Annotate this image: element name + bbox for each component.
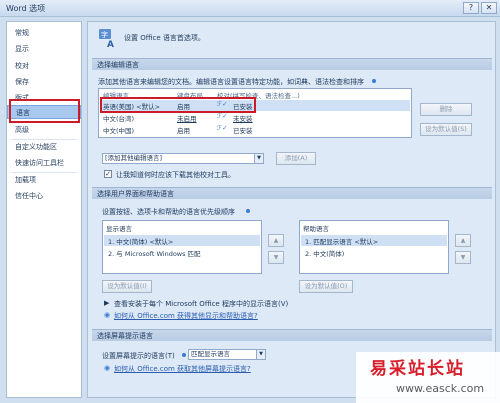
- table-row-keyboard: 启用: [177, 127, 190, 135]
- svg-text:A: A: [107, 40, 114, 48]
- move-down-help-button[interactable]: ▼: [455, 251, 471, 264]
- add-language-combo[interactable]: [添加其他编辑语言] ▼: [102, 153, 264, 164]
- help-language-item[interactable]: 1. 匹配显示语言 <默认>: [305, 236, 378, 246]
- get-display-languages-link[interactable]: 如何从 Office.com 获得其他显示和帮助语言?: [114, 311, 258, 321]
- sidebar-item-addins[interactable]: 加载项: [7, 173, 81, 187]
- download-proofing-label: 让我知道何时应该下载其他校对工具。: [116, 171, 235, 179]
- highlight-box-language: [9, 99, 80, 123]
- info-icon: [372, 79, 376, 83]
- main-panel: 字 A 设置 Office 语言首选项。 选择编辑语言 添加其他语言来编辑您的文…: [87, 21, 496, 398]
- svg-text:字: 字: [101, 30, 108, 39]
- close-button[interactable]: ✕: [481, 2, 497, 14]
- chevron-down-icon[interactable]: ▼: [254, 154, 263, 163]
- move-up-help-button[interactable]: ▲: [455, 234, 471, 247]
- display-language-header: 显示语言: [106, 225, 132, 233]
- sidebar-item-display[interactable]: 显示: [7, 42, 81, 56]
- table-row-language[interactable]: 中文(台湾): [103, 113, 134, 123]
- table-row-proofing-link[interactable]: 未安装: [233, 113, 253, 123]
- set-default-help-button[interactable]: 设为默认值(O): [299, 280, 353, 293]
- chevron-down-icon[interactable]: ▼: [256, 350, 265, 359]
- set-default-display-button[interactable]: 设为默认值(I): [102, 280, 152, 293]
- add-language-combo-value: [添加其他编辑语言]: [105, 154, 163, 162]
- editing-description: 添加其他语言来编辑您的文档。编辑语言设置语言特定功能，如词典、语法检查和排序: [98, 78, 364, 86]
- delete-button[interactable]: 删除: [420, 103, 472, 116]
- display-language-item[interactable]: 1. 中文(简体) <默认>: [108, 236, 173, 246]
- watermark-url: www.easck.com: [396, 382, 485, 395]
- section-screentip-language: 选择屏幕提示语言: [92, 329, 492, 341]
- sidebar-item-save[interactable]: 保存: [7, 75, 81, 89]
- watermark: 易采站长站 www.easck.com: [356, 352, 500, 403]
- language-icon: 字 A: [99, 29, 114, 48]
- proofing-check-icon: ℱ✓: [217, 124, 228, 132]
- info-icon: [182, 353, 186, 357]
- display-language-list[interactable]: 显示语言 1. 中文(简体) <默认> 2. 与 Microsoft Windo…: [102, 220, 262, 274]
- expand-arrow-icon[interactable]: ▶: [104, 299, 109, 307]
- sidebar-item-customize-ribbon[interactable]: 自定义功能区: [7, 140, 81, 154]
- title-bar: Word 选项 ? ✕: [0, 0, 500, 17]
- highlight-box-default-language: [100, 97, 256, 113]
- proofing-check-icon: ℱ✓: [217, 112, 228, 120]
- get-screentip-languages-link[interactable]: 如何从 Office.com 获取其他屏幕提示语言?: [114, 364, 251, 374]
- view-display-languages[interactable]: 查看安装于每个 Microsoft Office 程序中的显示语言(V): [114, 299, 288, 309]
- screentip-combo[interactable]: 匹配显示语言 ▼: [188, 349, 266, 360]
- download-proofing-checkbox[interactable]: ✓: [104, 170, 112, 178]
- screentip-label: 设置屏幕提示的语言(T): [102, 352, 175, 360]
- editing-language-table[interactable]: 编辑语言 键盘布局 校对(拼写检查、语法检查...) 英语(美国) <默认> 启…: [98, 88, 412, 138]
- help-language-header: 帮助语言: [303, 225, 329, 233]
- set-default-editing-button[interactable]: 设为默认值(S): [420, 123, 472, 136]
- sidebar-item-quick-access[interactable]: 快速访问工具栏: [7, 156, 81, 170]
- table-row-keyboard-link[interactable]: 未启用: [177, 113, 197, 123]
- table-row-proofing: 已安装: [233, 127, 253, 135]
- info-icon: [246, 209, 250, 213]
- globe-icon: ◉: [104, 364, 111, 372]
- screentip-combo-value: 匹配显示语言: [191, 350, 230, 358]
- sidebar-item-general[interactable]: 常规: [7, 26, 81, 40]
- display-language-item[interactable]: 2. 与 Microsoft Windows 匹配: [108, 248, 201, 258]
- section-editing-language: 选择编辑语言: [92, 58, 492, 70]
- ui-help-description: 设置按钮、选项卡和帮助的语言优先级顺序: [102, 208, 235, 216]
- help-language-item[interactable]: 2. 中文(简体): [305, 248, 344, 258]
- section-ui-help-language: 选择用户界面和帮助语言: [92, 187, 492, 199]
- window-title: Word 选项: [6, 4, 46, 13]
- sidebar-item-trust-center[interactable]: 信任中心: [7, 189, 81, 203]
- sidebar-item-advanced[interactable]: 高级: [7, 123, 81, 137]
- table-row-language[interactable]: 中文(中国): [103, 125, 134, 135]
- move-up-display-button[interactable]: ▲: [268, 234, 284, 247]
- help-button[interactable]: ?: [463, 2, 479, 14]
- sidebar-item-proofing[interactable]: 校对: [7, 59, 81, 73]
- move-down-display-button[interactable]: ▼: [268, 251, 284, 264]
- globe-icon: ◉: [104, 311, 111, 319]
- watermark-title: 易采站长站: [370, 359, 465, 379]
- sidebar: 常规 显示 校对 保存 版式 语言 高级 自定义功能区 快速访问工具栏 加载项 …: [6, 21, 82, 398]
- help-language-list[interactable]: 帮助语言 1. 匹配显示语言 <默认> 2. 中文(简体): [299, 220, 449, 274]
- page-header: 设置 Office 语言首选项。: [124, 34, 205, 42]
- add-button[interactable]: 添加(A): [276, 152, 316, 165]
